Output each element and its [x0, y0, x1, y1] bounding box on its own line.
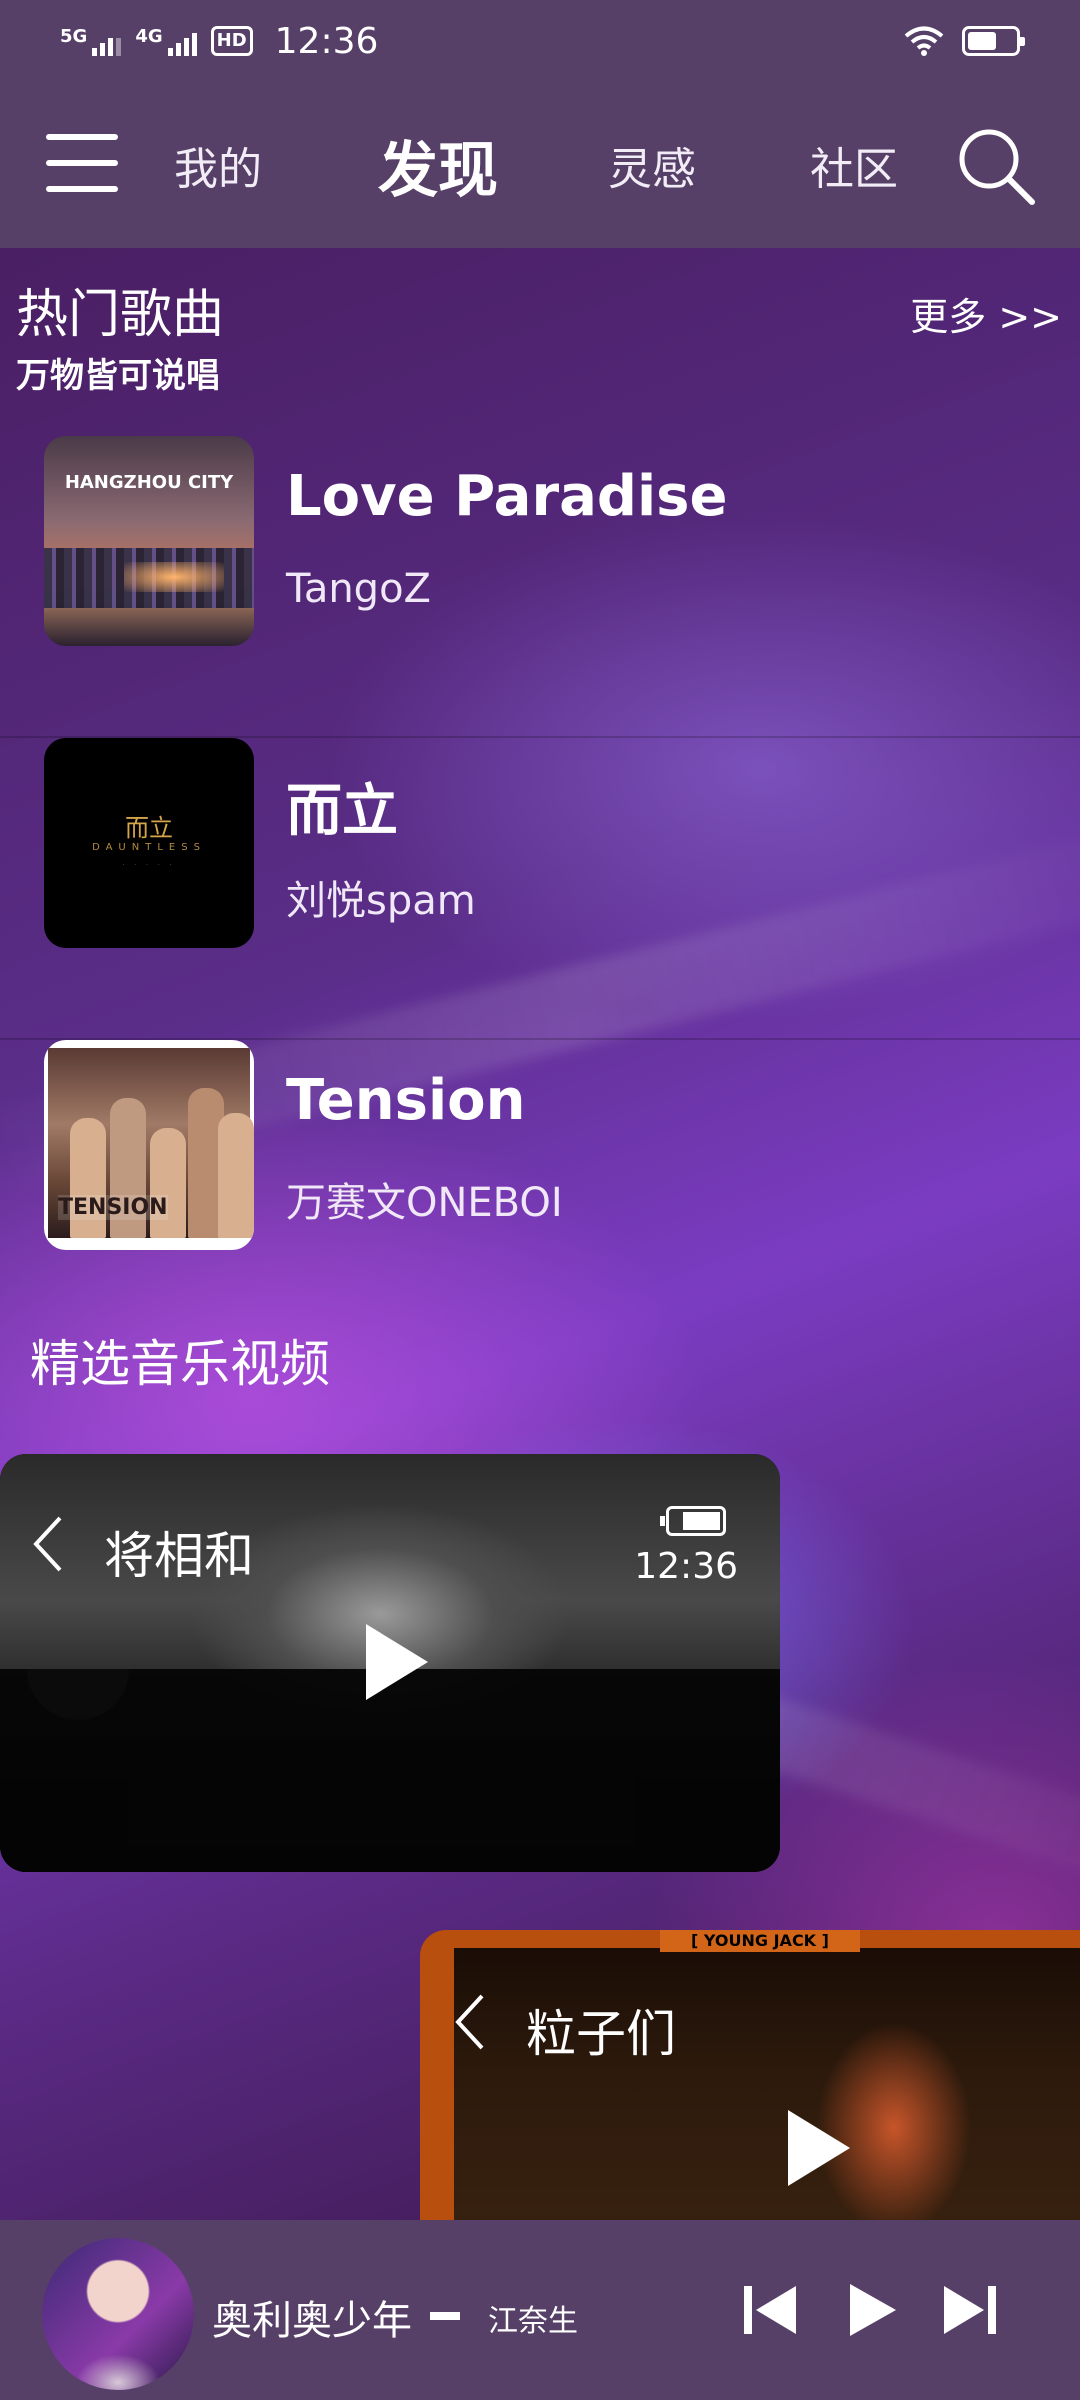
- video-time: 12:36: [634, 1546, 738, 1587]
- song-title: Tension: [286, 1068, 526, 1133]
- app-root: 5G 4G HD 12:36 我的 发现 灵感 社区 热门歌曲 万物皆可说唱 更…: [0, 0, 1080, 2400]
- song-item[interactable]: TENSION Tension 万赛文ONEBOI: [0, 1040, 1080, 1342]
- video-card[interactable]: 将相和 12:36: [0, 1454, 780, 1872]
- tab-mine[interactable]: 我的: [174, 82, 262, 248]
- separator: [430, 2312, 460, 2320]
- signal-5g-icon: 5G: [60, 26, 122, 56]
- hd-badge: HD: [210, 26, 253, 56]
- battery-icon: [660, 1506, 726, 1536]
- back-icon[interactable]: [452, 1992, 486, 2052]
- song-cover: HANGZHOU CITY: [44, 436, 254, 646]
- status-bar: 5G 4G HD 12:36: [0, 0, 1080, 82]
- now-playing-title: 奥利奥少年: [212, 2298, 412, 2344]
- menu-icon[interactable]: [46, 134, 118, 194]
- song-title: 而立: [286, 779, 398, 844]
- song-artist: TangoZ: [286, 566, 431, 612]
- tab-community[interactable]: 社区: [810, 82, 898, 248]
- previous-icon[interactable]: [740, 2280, 800, 2340]
- hot-songs-subtitle: 万物皆可说唱: [16, 356, 220, 396]
- now-playing-artist: 江奈生: [488, 2304, 578, 2339]
- song-cover: TENSION: [44, 1040, 254, 1250]
- song-title: Love Paradise: [286, 464, 728, 529]
- top-nav: 我的 发现 灵感 社区: [0, 82, 1080, 248]
- song-cover: 而立 DAUNTLESS · · · · ·: [44, 738, 254, 948]
- now-playing-cover: [42, 2238, 194, 2390]
- tab-inspiration[interactable]: 灵感: [608, 82, 696, 248]
- song-artist: 万赛文ONEBOI: [286, 1180, 563, 1226]
- wifi-icon: [904, 26, 944, 56]
- video-banner: [ YOUNG JACK ]: [660, 1930, 860, 1952]
- play-icon[interactable]: [788, 2110, 850, 2186]
- video-title: 粒子们: [526, 2005, 676, 2063]
- song-item[interactable]: HANGZHOU CITY Love Paradise TangoZ: [0, 436, 1080, 738]
- search-icon[interactable]: [956, 126, 1036, 206]
- song-item[interactable]: 而立 DAUNTLESS · · · · · 而立 刘悦spam: [0, 738, 1080, 1040]
- music-videos-title: 精选音乐视频: [30, 1335, 330, 1393]
- play-icon[interactable]: [366, 1624, 428, 1700]
- battery-icon: [962, 26, 1025, 56]
- song-artist: 刘悦spam: [286, 878, 476, 924]
- status-time: 12:36: [274, 20, 379, 62]
- more-link[interactable]: 更多 >>: [910, 286, 1062, 341]
- video-card[interactable]: [ YOUNG JACK ] 粒子们: [420, 1930, 1080, 2250]
- play-icon[interactable]: [842, 2280, 902, 2340]
- hot-songs-title: 热门歌曲: [16, 285, 225, 345]
- mini-player[interactable]: 奥利奥少年 江奈生: [0, 2220, 1080, 2400]
- back-icon[interactable]: [30, 1514, 64, 1574]
- next-icon[interactable]: [940, 2280, 1000, 2340]
- video-title: 将相和: [104, 1527, 254, 1585]
- signal-4g-icon: 4G: [135, 26, 197, 56]
- tab-discover[interactable]: 发现: [378, 82, 498, 248]
